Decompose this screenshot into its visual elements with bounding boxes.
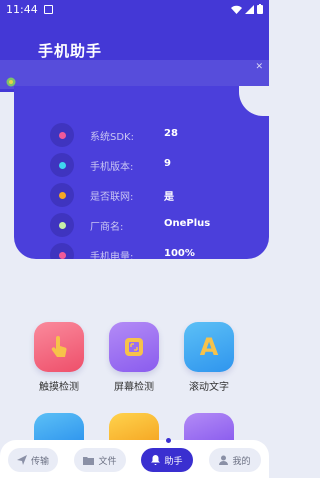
nav-label: 文件 <box>98 456 117 467</box>
info-value: 是 <box>164 192 174 203</box>
info-value: 28 <box>164 128 178 139</box>
notification-icon <box>44 5 53 14</box>
status-icons <box>231 4 263 14</box>
info-row-network: 是否联网: 是 <box>14 183 269 207</box>
tool-partial-blue[interactable] <box>34 413 84 443</box>
tool-scroll-text[interactable]: A 滚动文字 <box>179 322 239 393</box>
info-label: 系统SDK: <box>90 132 134 143</box>
battery-icon <box>257 4 263 14</box>
screen-frame-icon <box>109 322 159 372</box>
info-label: 手机版本: <box>90 162 134 173</box>
signal-icon <box>245 4 254 14</box>
dot-ring <box>50 153 74 177</box>
nav-label: 传输 <box>30 456 49 467</box>
info-row-version: 手机版本: 9 <box>14 153 269 177</box>
info-label: 厂商名: <box>90 222 124 233</box>
tool-touch-test[interactable]: 触摸检测 <box>29 322 89 393</box>
touch-hand-icon <box>34 322 84 372</box>
letter-a-icon: A <box>184 322 234 372</box>
nav-assistant[interactable]: 助手 <box>141 448 193 472</box>
page-title: 手机助手 <box>38 42 103 60</box>
info-label: 是否联网: <box>90 192 134 203</box>
dot <box>58 221 66 229</box>
nav-label: 我的 <box>232 456 251 467</box>
dot <box>58 191 66 199</box>
device-info-card: 系统SDK: 28 手机版本: 9 是否联网: 是 厂商名: OnePlus 手… <box>14 86 269 259</box>
status-time: 11:44 <box>6 3 38 16</box>
status-bar: 11:44 <box>0 0 269 20</box>
dot-ring <box>50 213 74 237</box>
tool-partial-purple[interactable] <box>184 413 234 443</box>
nav-transfer[interactable]: 传输 <box>8 448 58 472</box>
dot <box>58 131 66 139</box>
dot-ring <box>50 123 74 147</box>
tool-label: 屏幕检测 <box>114 382 154 393</box>
ad-banner[interactable] <box>0 60 269 89</box>
info-row-manufacturer: 厂商名: OnePlus <box>14 213 269 237</box>
ad-close-icon[interactable]: ✕ <box>255 62 263 72</box>
folder-icon <box>83 456 95 465</box>
send-icon <box>16 455 27 465</box>
wifi-icon <box>231 5 242 14</box>
user-icon <box>219 455 229 465</box>
nav-files[interactable]: 文件 <box>74 448 126 472</box>
tool-label: 触摸检测 <box>39 382 79 393</box>
info-label: 手机电量: <box>90 252 134 259</box>
dot-ring <box>50 243 74 259</box>
dot-ring <box>50 183 74 207</box>
tool-label: 滚动文字 <box>189 382 229 393</box>
tool-partial-yellow[interactable] <box>109 413 159 443</box>
info-row-battery: 手机电量: 100% <box>14 243 269 259</box>
tool-screen-test[interactable]: 屏幕检测 <box>104 322 164 393</box>
dot <box>58 251 66 259</box>
nav-mine[interactable]: 我的 <box>209 448 261 472</box>
info-value: 100% <box>164 248 195 259</box>
info-row-sdk: 系统SDK: 28 <box>14 123 269 147</box>
nav-label: 助手 <box>164 456 183 467</box>
active-indicator <box>166 438 171 443</box>
info-value: 9 <box>164 158 171 169</box>
info-value: OnePlus <box>164 218 211 229</box>
bell-icon <box>151 455 161 465</box>
dot <box>58 161 66 169</box>
